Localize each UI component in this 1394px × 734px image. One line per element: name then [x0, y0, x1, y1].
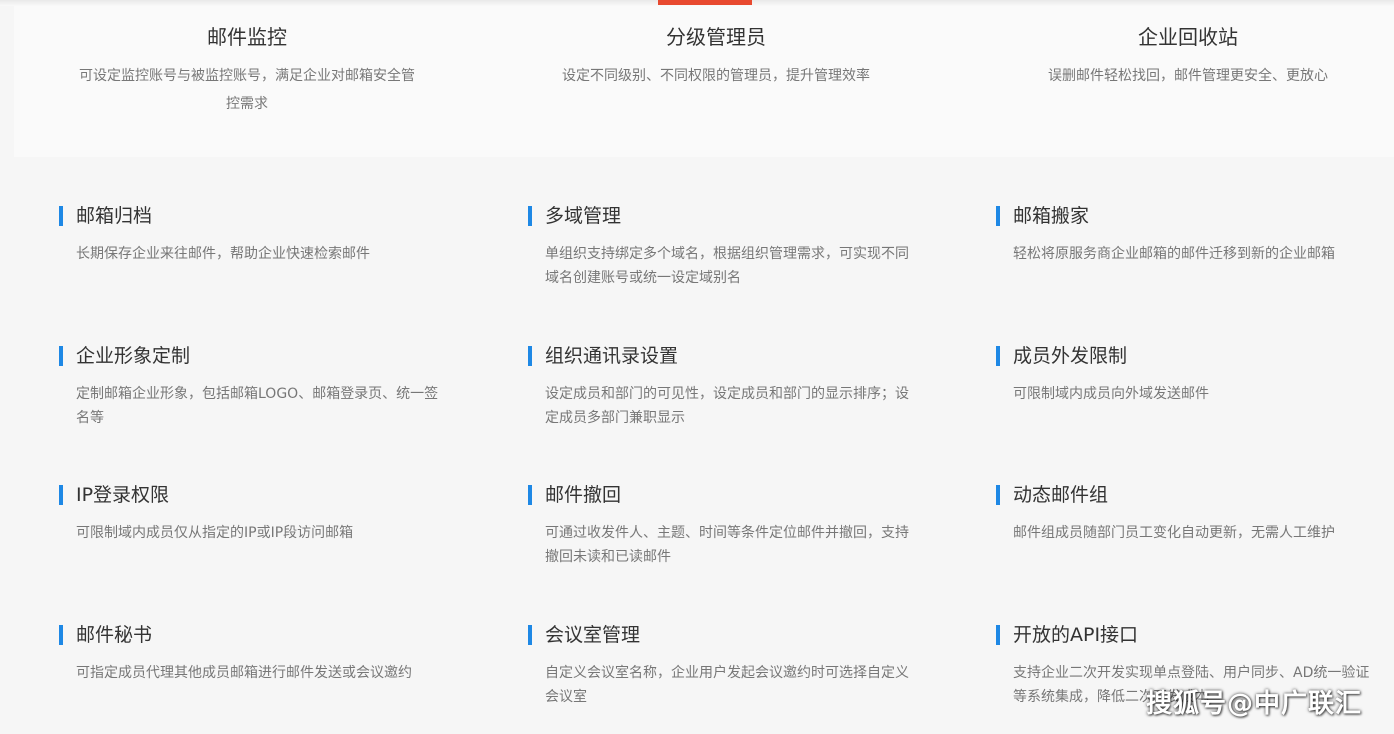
feature-title: 企业形象定制 [76, 345, 191, 367]
accent-bar [528, 206, 532, 226]
accent-bar [59, 206, 63, 226]
feature-desc: 长期保存企业来往邮件，帮助企业快速检索邮件 [76, 246, 370, 262]
feature-title: 多域管理 [545, 205, 622, 227]
feature-heading: IP登录权限 [59, 483, 449, 509]
feature-desc: 定制邮箱企业形象，包括邮箱LOGO、邮箱登录页、统一签名等 [76, 386, 439, 426]
accent-bar [528, 625, 532, 645]
feature-multi-domain: 多域管理 单组织支持绑定多个域名，根据组织管理需求，可实现不同域名创建账号或统一… [528, 204, 918, 290]
accent-bar [996, 346, 1000, 366]
accent-bar [59, 485, 63, 505]
active-tab-indicator [658, 0, 752, 5]
feature-mail-archive: 邮箱归档 长期保存企业来往邮件，帮助企业快速检索邮件 [59, 204, 449, 266]
feature-title: 组织通讯录设置 [545, 345, 679, 367]
feature-heading: 开放的API接口 [996, 623, 1386, 649]
top-feature-desc: 设定不同级别、不同权限的管理员，提升管理效率 [562, 68, 870, 84]
feature-page: 邮件监控 可设定监控账号与被监控账号，满足企业对邮箱安全管控需求 分级管理员 设… [0, 0, 1394, 734]
feature-desc: 可通过收发件人、主题、时间等条件定位邮件并撤回，支持撤回未读和已读邮件 [545, 525, 909, 565]
feature-org-directory: 组织通讯录设置 设定成员和部门的可见性，设定成员和部门的显示排序；设定成员多部门… [528, 344, 918, 430]
feature-heading: 动态邮件组 [996, 483, 1386, 509]
feature-desc: 轻松将原服务商企业邮箱的邮件迁移到新的企业邮箱 [1013, 246, 1335, 262]
feature-outbound-limit: 成员外发限制 可限制域内成员向外域发送邮件 [996, 344, 1386, 406]
top-feature-desc: 可设定监控账号与被监控账号，满足企业对邮箱安全管控需求 [79, 68, 415, 112]
feature-desc: 自定义会议室名称，企业用户发起会议邀约时可选择自定义会议室 [545, 665, 909, 705]
feature-heading: 邮箱归档 [59, 204, 449, 230]
feature-heading: 多域管理 [528, 204, 918, 230]
feature-title: 邮箱归档 [76, 205, 153, 227]
top-feature-admin-levels: 分级管理员 设定不同级别、不同权限的管理员，提升管理效率 [516, 6, 916, 90]
feature-title: 动态邮件组 [1013, 484, 1109, 506]
feature-heading: 邮箱搬家 [996, 204, 1386, 230]
feature-heading: 组织通讯录设置 [528, 344, 918, 370]
accent-bar [528, 346, 532, 366]
feature-dynamic-group: 动态邮件组 邮件组成员随部门员工变化自动更新，无需人工维护 [996, 483, 1386, 545]
feature-heading: 成员外发限制 [996, 344, 1386, 370]
accent-bar [528, 485, 532, 505]
top-feature-title: 企业回收站 [1138, 25, 1238, 49]
feature-title: 邮箱搬家 [1013, 205, 1090, 227]
feature-heading: 邮件撤回 [528, 483, 918, 509]
accent-bar [996, 206, 1000, 226]
feature-title: 会议室管理 [545, 624, 641, 646]
feature-title: 开放的API接口 [1013, 624, 1139, 646]
feature-heading: 企业形象定制 [59, 344, 449, 370]
feature-mail-secretary: 邮件秘书 可指定成员代理其他成员邮箱进行邮件发送或会议邀约 [59, 623, 449, 685]
feature-mail-recall: 邮件撤回 可通过收发件人、主题、时间等条件定位邮件并撤回，支持撤回未读和已读邮件 [528, 483, 918, 569]
feature-heading: 会议室管理 [528, 623, 918, 649]
accent-bar [59, 346, 63, 366]
feature-desc: 可限制域内成员向外域发送邮件 [1013, 386, 1209, 402]
top-feature-panel: 邮件监控 可设定监控账号与被监控账号，满足企业对邮箱安全管控需求 分级管理员 设… [14, 6, 1394, 157]
top-feature-title: 邮件监控 [207, 25, 287, 49]
accent-bar [996, 625, 1000, 645]
feature-brand-custom: 企业形象定制 定制邮箱企业形象，包括邮箱LOGO、邮箱登录页、统一签名等 [59, 344, 449, 430]
top-feature-recycle-bin: 企业回收站 误删邮件轻松找回，邮件管理更安全、更放心 [988, 6, 1388, 90]
watermark: 搜狐号@中广联汇 [1145, 689, 1362, 719]
feature-ip-login: IP登录权限 可限制域内成员仅从指定的IP或IP段访问邮箱 [59, 483, 449, 545]
feature-mailbox-migration: 邮箱搬家 轻松将原服务商企业邮箱的邮件迁移到新的企业邮箱 [996, 204, 1386, 266]
feature-desc: 单组织支持绑定多个域名，根据组织管理需求，可实现不同域名创建账号或统一设定域别名 [545, 246, 909, 286]
feature-desc: 可指定成员代理其他成员邮箱进行邮件发送或会议邀约 [76, 665, 412, 681]
accent-bar [996, 485, 1000, 505]
feature-heading: 邮件秘书 [59, 623, 449, 649]
feature-title: 成员外发限制 [1013, 345, 1128, 367]
feature-title: IP登录权限 [76, 484, 170, 506]
feature-desc: 设定成员和部门的可见性，设定成员和部门的显示排序；设定成员多部门兼职显示 [545, 386, 909, 426]
feature-desc: 邮件组成员随部门员工变化自动更新，无需人工维护 [1013, 525, 1335, 541]
accent-bar [59, 625, 63, 645]
top-feature-title: 分级管理员 [666, 25, 766, 49]
feature-title: 邮件撤回 [545, 484, 622, 506]
top-feature-mail-monitor: 邮件监控 可设定监控账号与被监控账号，满足企业对邮箱安全管控需求 [47, 6, 447, 118]
feature-title: 邮件秘书 [76, 624, 153, 646]
feature-desc: 可限制域内成员仅从指定的IP或IP段访问邮箱 [76, 525, 354, 541]
feature-meeting-room: 会议室管理 自定义会议室名称，企业用户发起会议邀约时可选择自定义会议室 [528, 623, 918, 709]
top-feature-desc: 误删邮件轻松找回，邮件管理更安全、更放心 [1048, 68, 1328, 84]
